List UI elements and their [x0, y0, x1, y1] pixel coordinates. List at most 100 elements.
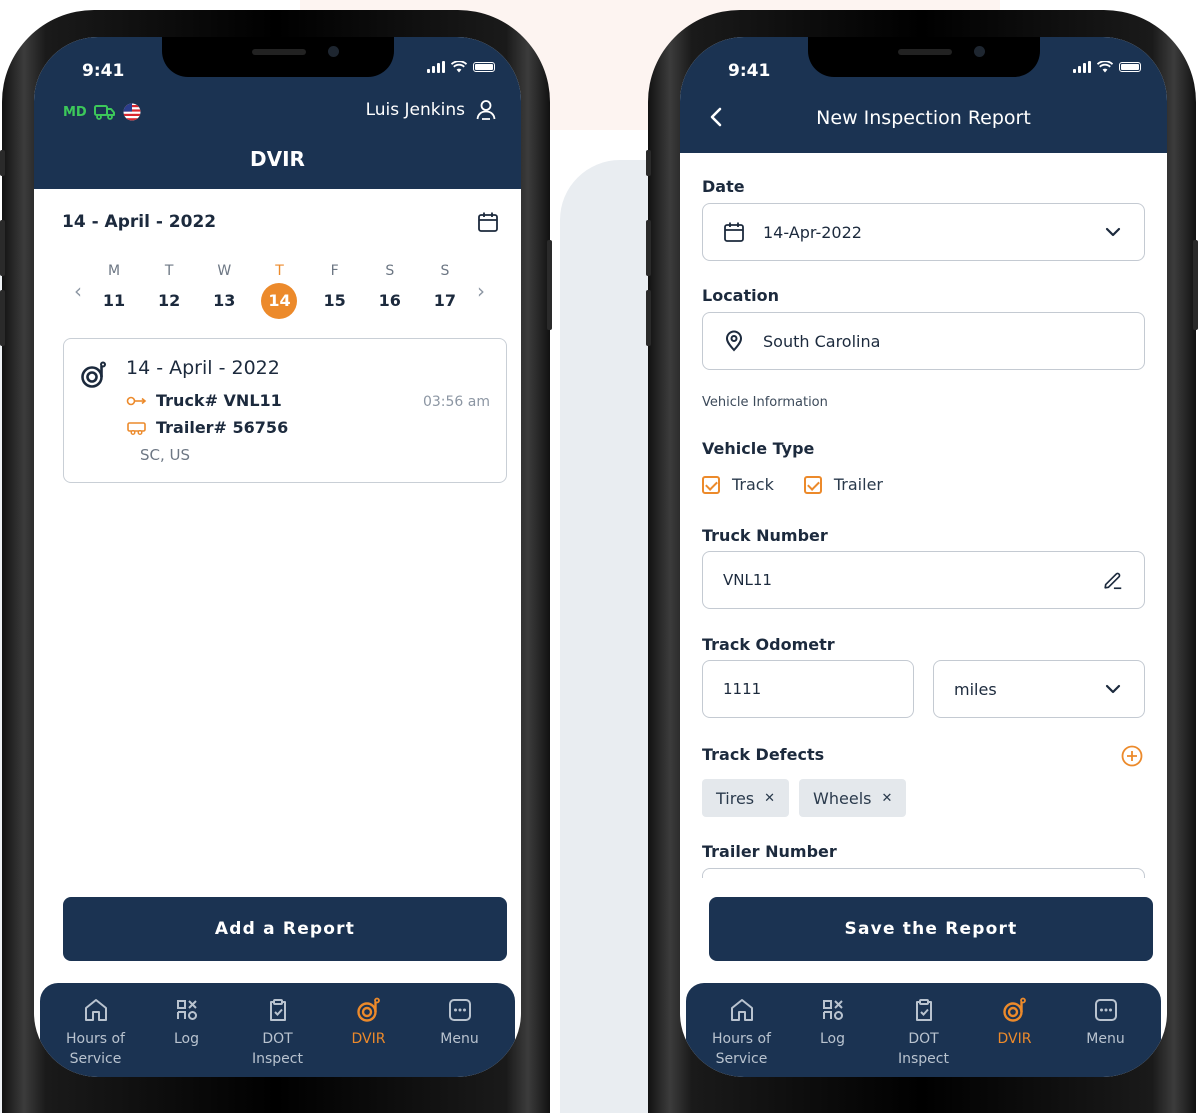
week-days: M 11 T 12 W 13 T 14 F 15 S 16 S 17 [90, 263, 469, 319]
odometer-unit-select[interactable]: miles [933, 660, 1145, 718]
day-17[interactable]: S 17 [427, 263, 463, 319]
tab-menu[interactable]: Menu [418, 983, 502, 1077]
trailer-number-field[interactable] [702, 868, 1145, 878]
truck-number-label: Truck Number [702, 526, 828, 545]
dvir-icon [356, 997, 380, 1022]
md-label: MD [63, 104, 87, 120]
tab-log[interactable]: Log [791, 983, 875, 1077]
report-truck: Truck# VNL11 [126, 391, 282, 410]
day-11[interactable]: M 11 [96, 263, 132, 319]
selected-date: 14 - April - 2022 [62, 212, 217, 232]
clipboard-icon [915, 999, 932, 1021]
bottom-nav: Hours of Service Log DOT Inspect DVIR Menu [686, 983, 1161, 1077]
dvir-icon [1002, 997, 1026, 1022]
phone-screen: 9:41 New Inspection Report Date 14-Apr-2… [680, 37, 1167, 1077]
checkbox-track[interactable]: Track [702, 475, 774, 494]
wifi-icon [451, 61, 467, 73]
save-report-button[interactable]: Save the Report [709, 897, 1153, 961]
tab-dot-inspect[interactable]: DOT Inspect [236, 983, 320, 1077]
location-field[interactable]: South Carolina [702, 312, 1145, 370]
day-16[interactable]: S 16 [372, 263, 408, 319]
chevron-left-icon[interactable]: ‹ [66, 279, 90, 303]
truck-icon [93, 105, 115, 120]
location-pin-icon [725, 330, 743, 352]
odometer-label: Track Odometr [702, 635, 835, 654]
week-strip: ‹ M 11 T 12 W 13 T 14 F 15 S 16 S 17 › [66, 261, 493, 321]
wifi-icon [1097, 61, 1113, 73]
signal-icon [1073, 61, 1091, 73]
day-13[interactable]: W 13 [206, 263, 242, 319]
tab-log[interactable]: Log [145, 983, 229, 1077]
report-card[interactable]: 14 - April - 2022 Truck# VNL11 Trailer# … [63, 338, 507, 483]
phone-dvir-list: 9:41 MD Luis Jenkins DVIR 14 - April - 2… [0, 10, 552, 1113]
location-label: Location [702, 286, 779, 305]
page-title: DVIR [250, 147, 305, 171]
battery-icon [1119, 62, 1141, 72]
report-trailer: Trailer# 56756 [126, 418, 288, 437]
edit-pencil-icon[interactable] [1102, 569, 1124, 591]
status-badge[interactable]: MD [63, 103, 141, 121]
bottom-nav: Hours of Service Log DOT Inspect DVIR Menu [40, 983, 515, 1077]
chevron-right-icon[interactable]: › [469, 279, 493, 303]
defect-chip[interactable]: Tires ✕ [702, 779, 790, 817]
vehicle-type-label: Vehicle Type [702, 439, 815, 458]
dvir-icon [81, 361, 106, 388]
log-icon [176, 1000, 197, 1020]
menu-icon [448, 999, 471, 1021]
report-time: 03:56 am [422, 394, 490, 410]
signal-icon [427, 61, 445, 73]
tab-dot-inspect[interactable]: DOT Inspect [882, 983, 966, 1077]
home-icon [84, 999, 107, 1021]
defect-chip[interactable]: Wheels ✕ [799, 779, 907, 817]
defects-label: Track Defects [702, 745, 825, 764]
chevron-down-icon [1105, 227, 1121, 237]
defect-chips: Tires ✕ Wheels ✕ [702, 779, 907, 817]
vehicle-info-heading: Vehicle Information [702, 395, 828, 410]
us-flag-icon [123, 103, 141, 121]
user-icon [476, 100, 496, 120]
date-label: Date [702, 177, 745, 196]
status-icons [1073, 61, 1141, 73]
tab-hours-of-service[interactable]: Hours of Service [54, 983, 138, 1077]
trailer-icon [127, 421, 146, 435]
vehicle-type-options: Track Trailer [702, 475, 883, 494]
menu-icon [1094, 999, 1117, 1021]
day-14-selected[interactable]: T 14 [261, 263, 298, 319]
date-selector: 14 - April - 2022 [62, 211, 499, 233]
trailer-number-label: Trailer Number [702, 842, 837, 861]
page-title: New Inspection Report [816, 107, 1031, 129]
chevron-down-icon [1105, 684, 1121, 694]
log-icon [822, 1000, 843, 1020]
status-icons [427, 61, 495, 73]
add-defect-icon[interactable] [1121, 745, 1143, 767]
day-15[interactable]: F 15 [317, 263, 353, 319]
tab-menu[interactable]: Menu [1064, 983, 1148, 1077]
notch [162, 37, 394, 77]
phone-new-report: 9:41 New Inspection Report Date 14-Apr-2… [646, 10, 1198, 1113]
remove-icon[interactable]: ✕ [881, 791, 892, 806]
battery-icon [473, 62, 495, 72]
day-12[interactable]: T 12 [151, 263, 187, 319]
checkbox-trailer[interactable]: Trailer [803, 475, 883, 494]
home-icon [730, 999, 753, 1021]
add-report-button[interactable]: Add a Report [63, 897, 507, 961]
user-name: Luis Jenkins [365, 100, 465, 120]
status-time: 9:41 [728, 61, 771, 81]
notch [808, 37, 1040, 77]
truck-number-field[interactable]: VNL11 [702, 551, 1145, 609]
truck-small-icon [126, 396, 147, 405]
tab-dvir[interactable]: DVIR [327, 983, 411, 1077]
tab-dvir[interactable]: DVIR [973, 983, 1057, 1077]
status-time: 9:41 [82, 61, 125, 81]
report-location: SC, US [140, 446, 191, 464]
phone-screen: 9:41 MD Luis Jenkins DVIR 14 - April - 2… [34, 37, 521, 1077]
report-date: 14 - April - 2022 [126, 357, 280, 379]
odometer-field[interactable]: 1111 [702, 660, 914, 718]
user-profile[interactable]: Luis Jenkins [366, 99, 497, 121]
calendar-icon[interactable] [477, 211, 499, 233]
remove-icon[interactable]: ✕ [764, 791, 775, 806]
checkbox-checked-icon [702, 475, 720, 494]
clipboard-icon [269, 999, 286, 1021]
date-field[interactable]: 14-Apr-2022 [702, 203, 1145, 261]
tab-hours-of-service[interactable]: Hours of Service [700, 983, 784, 1077]
